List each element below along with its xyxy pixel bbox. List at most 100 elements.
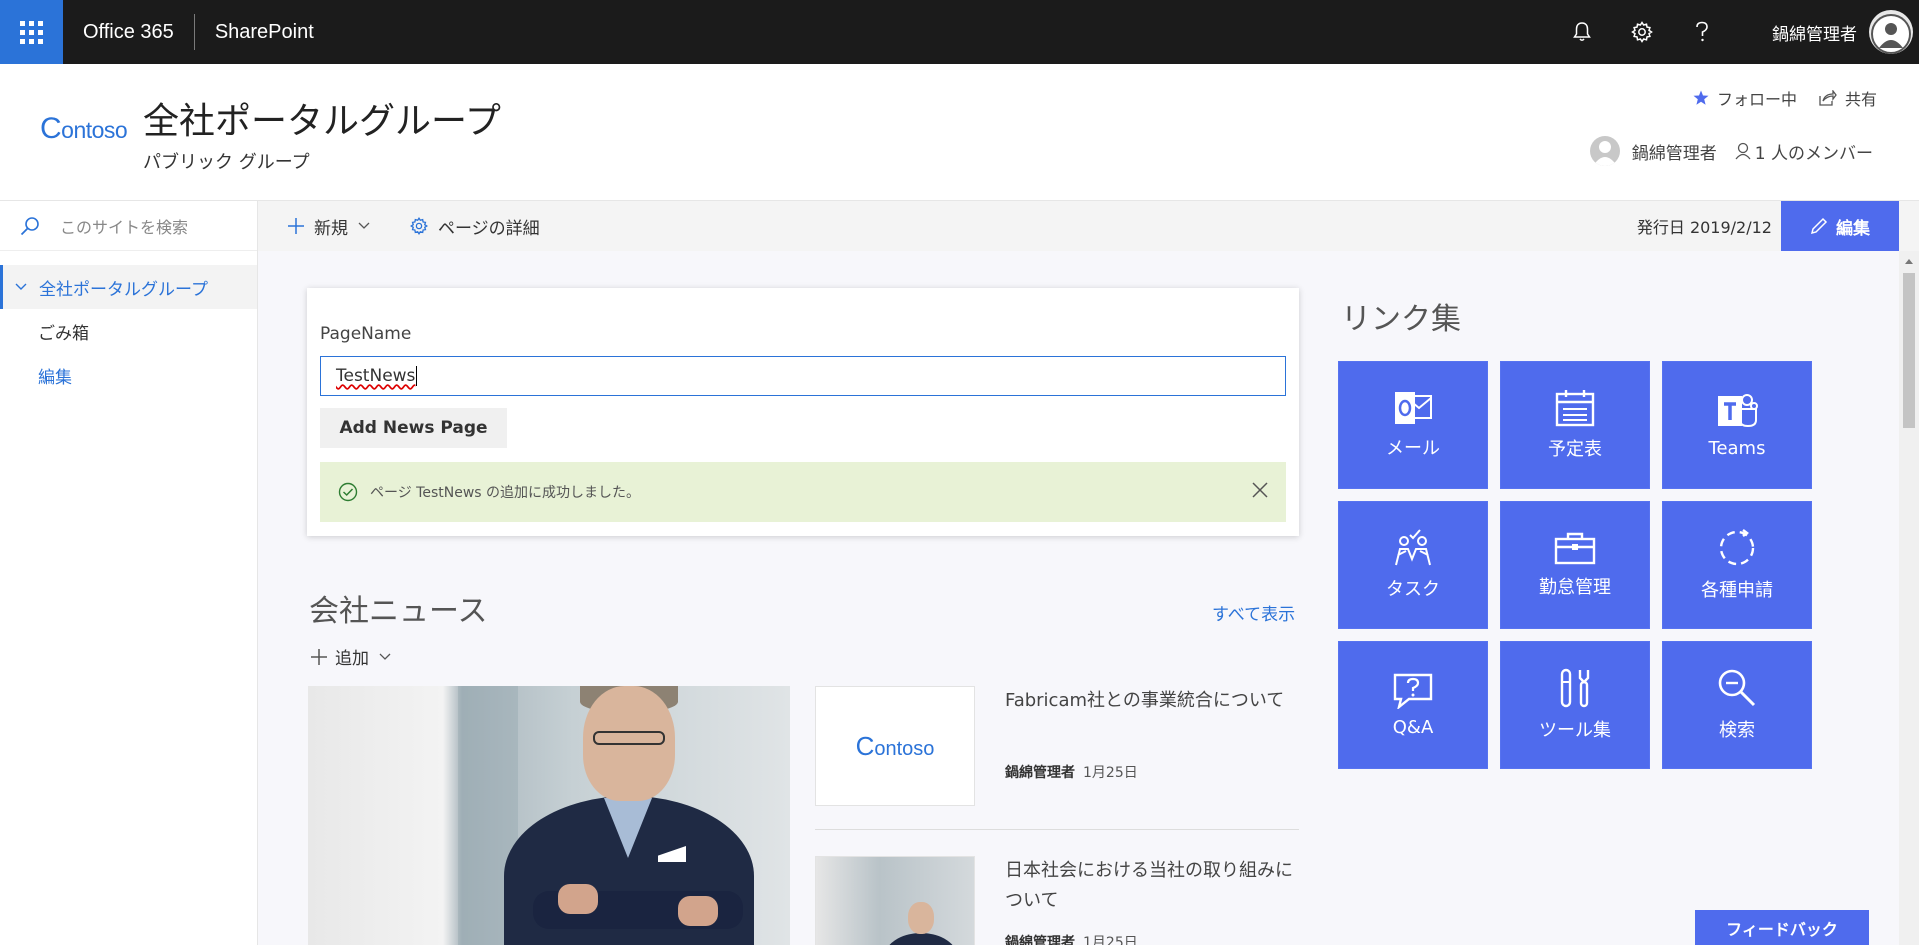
user-name[interactable]: 鍋綿管理者 [1772, 20, 1857, 45]
news-hero-image[interactable] [308, 686, 790, 945]
chevron-down-icon [358, 222, 370, 229]
page-name-input[interactable]: TestNews [320, 356, 1286, 396]
waffle-icon [20, 20, 43, 44]
settings-button[interactable] [1612, 0, 1672, 64]
news-author: 鍋綿管理者 [1005, 765, 1075, 781]
news-date: 1月25日 [1083, 765, 1138, 781]
vertical-scrollbar[interactable] [1899, 251, 1919, 945]
news-section-title: 会社ニュース [309, 594, 488, 629]
feedback-button[interactable]: フィードバック [1695, 910, 1869, 945]
tile-label: Teams [1708, 437, 1766, 459]
contoso-logo: Contoso [855, 730, 935, 761]
news-item[interactable]: 日本社会における当社の取り組みについて 鍋綿管理者 1月25日 [815, 856, 1299, 945]
edit-button[interactable]: 編集 [1781, 201, 1899, 251]
briefcase-icon [1554, 532, 1596, 565]
gear-icon [410, 217, 428, 235]
tile-qa[interactable]: Q&A [1338, 641, 1488, 769]
news-meta: 鍋綿管理者 1月25日 [1005, 762, 1138, 782]
site-search-box[interactable]: このサイトを検索 [0, 201, 257, 251]
pencil-icon [1810, 217, 1828, 235]
nav-edit-link[interactable]: 編集 [0, 353, 257, 397]
tile-label: ツール集 [1539, 720, 1611, 741]
edit-label: 編集 [1836, 218, 1870, 239]
add-news-button[interactable]: 追加 [311, 644, 399, 669]
nav-item-portal-group[interactable]: 全社ポータルグループ [0, 265, 257, 309]
search-icon [20, 216, 39, 235]
left-navigation: このサイトを検索 全社ポータルグループ ごみ箱 編集 [0, 201, 258, 945]
news-meta: 鍋綿管理者 1月25日 [1005, 932, 1138, 945]
nav-item-label: 全社ポータルグループ [39, 279, 208, 300]
chevron-down-icon [15, 283, 27, 290]
site-subtitle: パブリック グループ [143, 152, 310, 173]
new-button[interactable]: 新規 [288, 214, 380, 239]
page-name-label: PageName [320, 324, 412, 344]
site-title[interactable]: 全社ポータルグループ [143, 92, 501, 144]
tile-label: メール [1386, 438, 1440, 459]
refresh-icon [1719, 529, 1755, 566]
tile-teams[interactable]: Teams [1662, 361, 1812, 489]
nav-item-recycle-bin[interactable]: ごみ箱 [0, 309, 257, 353]
follow-button[interactable]: フォロー中 [1693, 86, 1797, 110]
close-icon[interactable] [1252, 482, 1268, 498]
news-author: 鍋綿管理者 [1005, 935, 1075, 945]
bell-icon [1573, 22, 1591, 41]
new-label: 新規 [314, 218, 348, 239]
command-bar: 新規 ページの詳細 発行日 2019/2/12 編集 [258, 201, 1919, 251]
plus-icon [288, 218, 304, 234]
app-launcher-button[interactable] [0, 0, 63, 64]
chevron-down-icon [379, 653, 391, 660]
members-link[interactable]: 1 人のメンバー [1755, 139, 1873, 164]
news-headline[interactable]: Fabricam社との事業統合について [1005, 686, 1299, 716]
tile-applications[interactable]: 各種申請 [1662, 501, 1812, 629]
owner-name[interactable]: 鍋綿管理者 [1632, 139, 1717, 164]
tile-mail[interactable]: メール [1338, 361, 1488, 489]
search-icon [1718, 669, 1756, 707]
page-name-value: TestNews [336, 366, 416, 386]
office-brand[interactable]: Office 365 [83, 21, 174, 44]
tile-label: 勤怠管理 [1539, 577, 1611, 598]
news-thumbnail[interactable] [815, 856, 975, 945]
suite-bar: Office 365 SharePoint 鍋綿管理者 [0, 0, 1919, 64]
tile-label: 各種申請 [1701, 580, 1773, 601]
scroll-thumb[interactable] [1903, 273, 1915, 428]
news-headline[interactable]: 日本社会における当社の取り組みについて [1005, 856, 1299, 916]
site-logo[interactable]: Contoso [40, 112, 128, 146]
calendar-icon [1555, 390, 1595, 427]
success-message-bar: ページ TestNews の追加に成功しました。 [320, 462, 1286, 522]
app-name[interactable]: SharePoint [215, 21, 314, 44]
add-news-page-button[interactable]: Add News Page [320, 408, 507, 448]
success-message: ページ TestNews の追加に成功しました。 [370, 485, 641, 501]
notifications-button[interactable] [1552, 0, 1612, 64]
person-icon [1592, 141, 1617, 166]
question-icon [1393, 673, 1433, 709]
news-thumbnail[interactable]: Contoso [815, 686, 975, 806]
tile-task[interactable]: タスク [1338, 501, 1488, 629]
see-all-link[interactable]: すべて表示 [1212, 600, 1295, 625]
news-date: 1月25日 [1083, 935, 1138, 945]
page-details-button[interactable]: ページの詳細 [410, 214, 540, 239]
person-icon [1871, 14, 1911, 54]
tile-tools[interactable]: ツール集 [1500, 641, 1650, 769]
links-section-title: リンク集 [1341, 302, 1461, 337]
share-button[interactable]: 共有 [1819, 86, 1877, 110]
site-header: Contoso 全社ポータルグループ パブリック グループ フォロー中 共有 鍋… [0, 64, 1919, 201]
star-icon [1693, 90, 1709, 105]
news-divider [815, 829, 1299, 830]
tile-attendance[interactable]: 勤怠管理 [1500, 501, 1650, 629]
quick-links-grid: メール 予定表 Teams タスク 勤怠管理 各種申請 Q&A ツール集 検索 [1338, 361, 1812, 769]
outlook-icon [1395, 392, 1432, 424]
user-avatar[interactable] [1869, 10, 1913, 54]
tile-label: 予定表 [1548, 439, 1602, 460]
owner-avatar[interactable] [1589, 136, 1620, 166]
help-button[interactable] [1672, 0, 1732, 64]
tile-label: タスク [1386, 579, 1440, 600]
published-date: 発行日 2019/2/12 [1636, 218, 1772, 237]
tile-calendar[interactable]: 予定表 [1500, 361, 1650, 489]
brand-divider [193, 14, 195, 50]
add-news-webpart: PageName TestNews Add News Page ページ Test… [307, 288, 1299, 536]
tile-search[interactable]: 検索 [1662, 641, 1812, 769]
scroll-up-icon[interactable] [1905, 259, 1913, 264]
follow-label: フォロー中 [1716, 90, 1797, 109]
share-icon [1819, 90, 1837, 106]
news-item[interactable]: Contoso Fabricam社との事業統合について 鍋綿管理者 1月25日 [815, 686, 1299, 806]
